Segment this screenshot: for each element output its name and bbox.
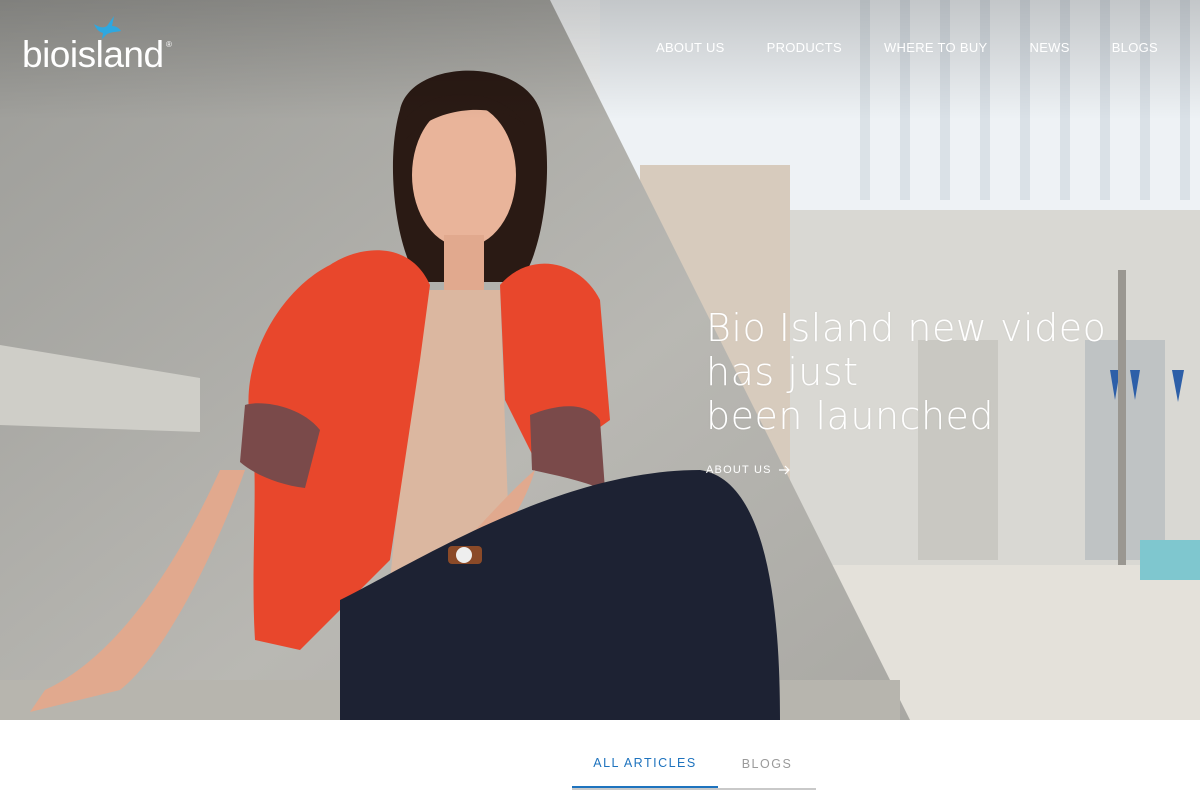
tab-blogs[interactable]: BLOGS [718, 740, 816, 788]
registered-mark: ® [166, 40, 172, 49]
bioisland-logo[interactable]: bioisland ® [22, 14, 192, 76]
nav-news[interactable]: NEWS [1030, 40, 1070, 55]
nav-products[interactable]: PRODUCTS [767, 40, 842, 55]
hero-copy: Bio Island new video has just been launc… [706, 306, 1166, 478]
main-nav: ABOUT US PRODUCTS WHERE TO BUY NEWS BLOG… [614, 40, 1158, 55]
hero-about-us-link[interactable]: ABOUT US [706, 464, 791, 476]
nav-blogs[interactable]: BLOGS [1112, 40, 1158, 55]
nav-where-to-buy[interactable]: WHERE TO BUY [884, 40, 988, 55]
hero-link-label: ABOUT US [706, 464, 772, 476]
site-header: bioisland ® ABOUT US PRODUCTS WHERE TO B… [0, 0, 1200, 96]
hero-banner: bioisland ® ABOUT US PRODUCTS WHERE TO B… [0, 0, 1200, 720]
nav-about-us[interactable]: ABOUT US [656, 40, 725, 55]
logo-wordmark: bioisland [22, 34, 164, 75]
arrow-right-icon [778, 465, 790, 475]
article-tabs: ALL ARTICLES BLOGS [572, 740, 816, 790]
tab-all-articles[interactable]: ALL ARTICLES [572, 740, 718, 788]
hero-title: Bio Island new video has just been launc… [706, 306, 1107, 438]
